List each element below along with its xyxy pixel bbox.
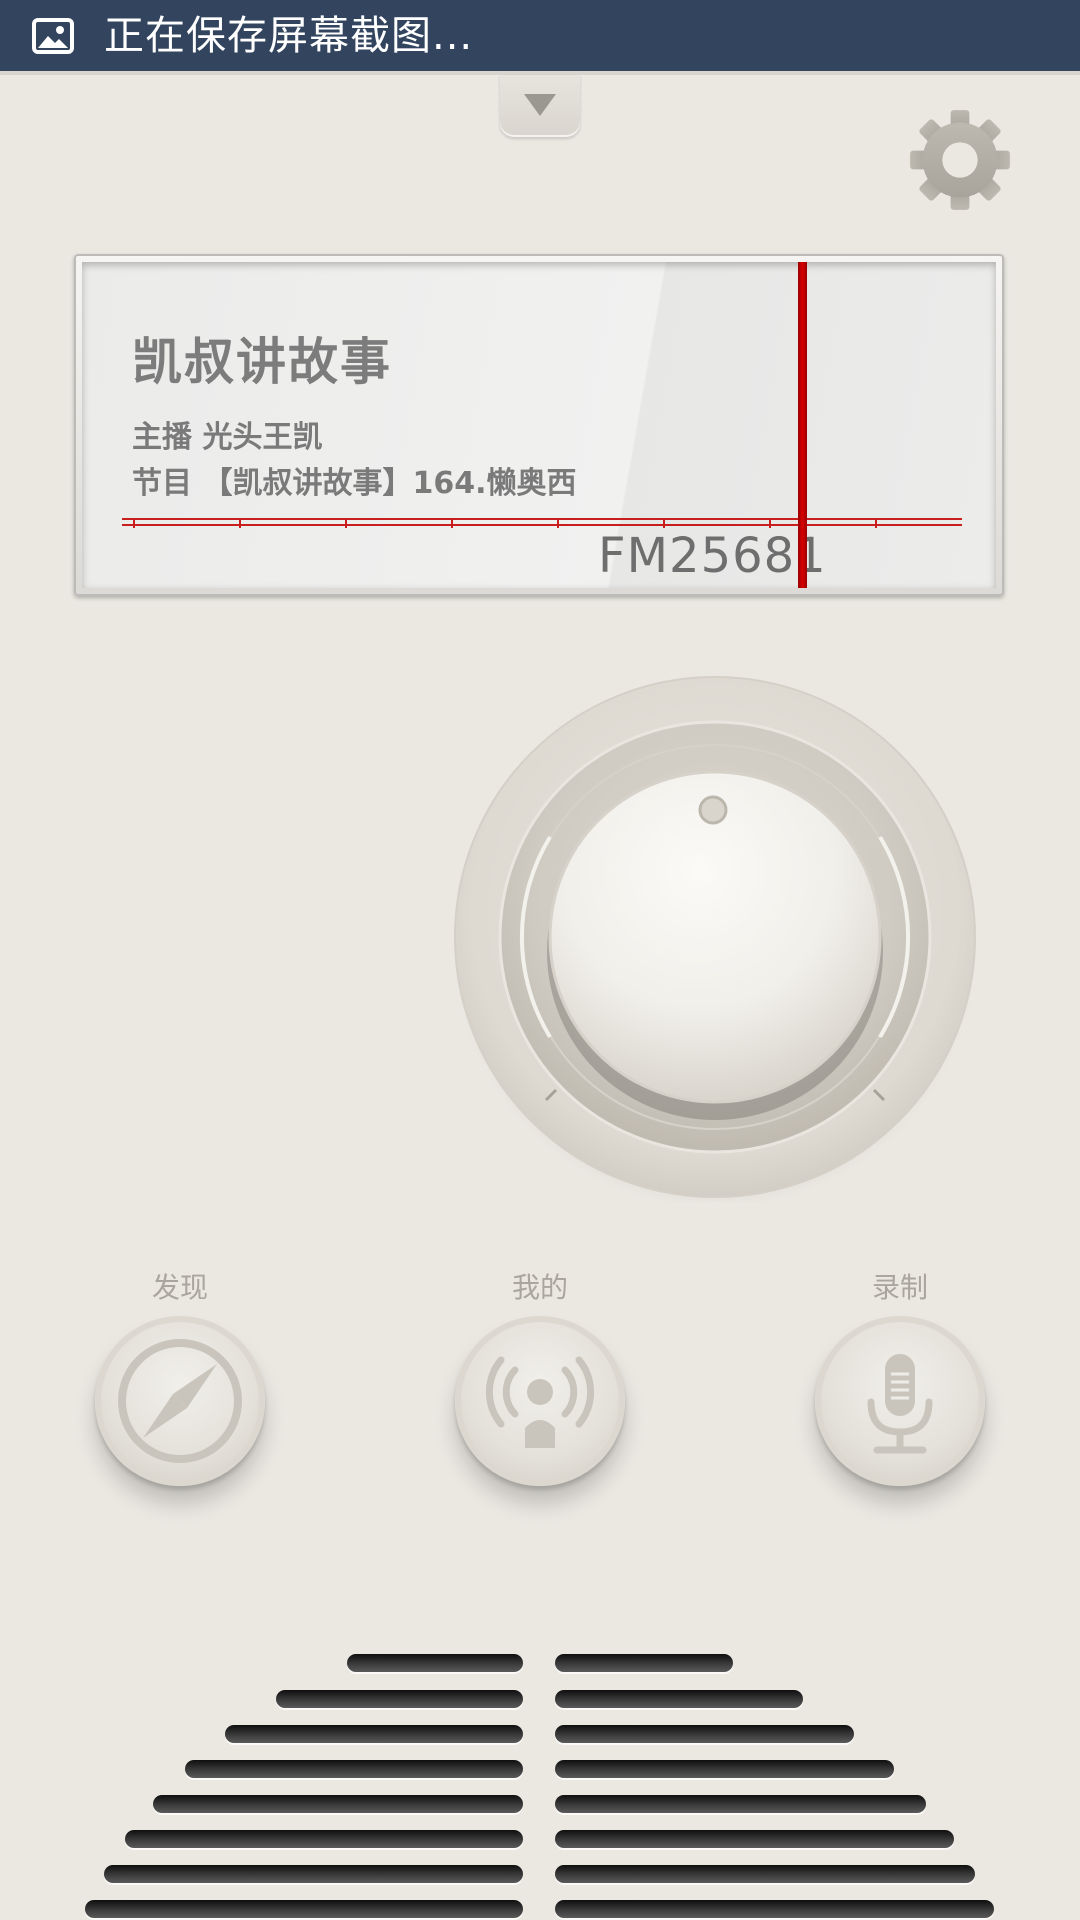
tuner-display: 凯叔讲故事 主播 光头王凯 节目 【凯叔讲故事】164.懒奥西 FM25681 xyxy=(74,254,1004,596)
grille-slot xyxy=(555,1900,994,1918)
tuner-needle xyxy=(798,262,807,588)
grille-slot xyxy=(555,1654,733,1672)
compass-icon xyxy=(118,1339,242,1463)
tuner-scale xyxy=(122,518,962,528)
host-line: 主播 光头王凯 xyxy=(132,420,323,455)
record-button[interactable] xyxy=(815,1316,985,1486)
grille-slot xyxy=(153,1795,523,1813)
grille-slot xyxy=(225,1725,523,1743)
grille-slot xyxy=(185,1760,523,1778)
mine-button[interactable] xyxy=(455,1316,625,1486)
record-label: 录制 xyxy=(871,1271,928,1304)
chevron-down-icon xyxy=(524,94,556,116)
discover-label: 发现 xyxy=(151,1271,208,1304)
mine-label: 我的 xyxy=(511,1271,568,1304)
grille-slot xyxy=(85,1900,523,1918)
gear-icon[interactable] xyxy=(908,108,1012,212)
grille-slot xyxy=(104,1865,523,1883)
tuning-knob[interactable] xyxy=(450,672,980,1202)
status-bar: 正在保存屏幕截图... xyxy=(0,0,1080,75)
program-line: 节目 【凯叔讲故事】164.懒奥西 xyxy=(132,466,577,501)
discover-button[interactable] xyxy=(95,1316,265,1486)
image-icon xyxy=(32,18,74,54)
grille-slot xyxy=(555,1865,975,1883)
status-text: 正在保存屏幕截图... xyxy=(104,13,474,59)
frequency-readout: FM25681 xyxy=(598,528,827,584)
grille-slot xyxy=(555,1725,854,1743)
grille-slot xyxy=(347,1654,523,1672)
grille-slot xyxy=(555,1830,954,1848)
pull-down-tab[interactable] xyxy=(500,75,580,137)
grille-slot xyxy=(555,1795,926,1813)
grille-slot xyxy=(125,1830,523,1848)
grille-slot xyxy=(555,1690,803,1708)
grille-slot xyxy=(555,1760,894,1778)
broadcast-icon xyxy=(485,1356,595,1448)
grille-slot xyxy=(276,1690,523,1708)
station-title: 凯叔讲故事 xyxy=(132,333,392,391)
microphone-icon xyxy=(867,1354,933,1454)
